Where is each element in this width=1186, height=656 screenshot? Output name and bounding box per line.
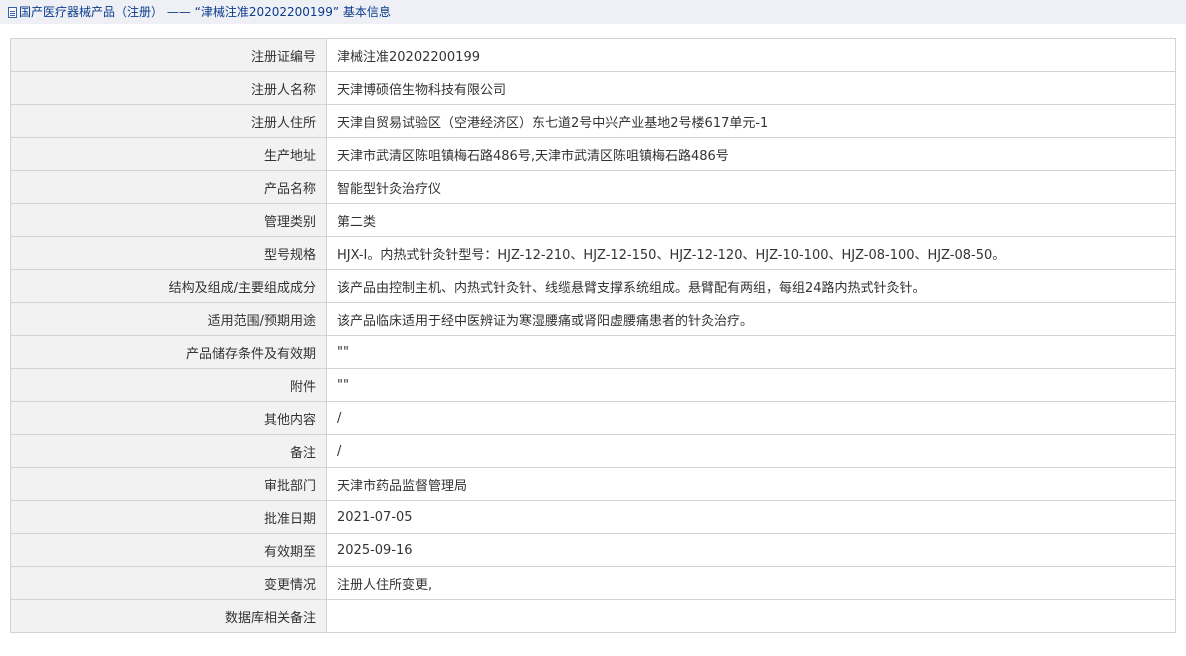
row-label: 注册人名称: [10, 71, 327, 105]
row-label: 审批部门: [10, 467, 327, 501]
table-row: 注册人住所 天津自贸易试验区（空港经济区）东七道2号中兴产业基地2号楼617单元…: [10, 104, 1176, 138]
row-label: 适用范围/预期用途: [10, 302, 327, 336]
row-value: /: [326, 401, 1176, 435]
table-row: 产品储存条件及有效期 "": [10, 335, 1176, 369]
row-value: 津械注准20202200199: [326, 38, 1176, 72]
table-row: 适用范围/预期用途 该产品临床适用于经中医辨证为寒湿腰痛或肾阳虚腰痛患者的针灸治…: [10, 302, 1176, 336]
row-label: 注册证编号: [10, 38, 327, 72]
table-row: 生产地址 天津市武清区陈咀镇梅石路486号,天津市武清区陈咀镇梅石路486号: [10, 137, 1176, 171]
table-row: 审批部门 天津市药品监督管理局: [10, 467, 1176, 501]
table-row: 注册人名称 天津博硕倍生物科技有限公司: [10, 71, 1176, 105]
row-value: /: [326, 434, 1176, 468]
row-value: 天津自贸易试验区（空港经济区）东七道2号中兴产业基地2号楼617单元-1: [326, 104, 1176, 138]
row-value: 注册人住所变更,: [326, 566, 1176, 600]
row-label: 批准日期: [10, 500, 327, 534]
row-label: 型号规格: [10, 236, 327, 270]
row-value: 2025-09-16: [326, 533, 1176, 567]
row-label: 有效期至: [10, 533, 327, 567]
table-row: 批准日期 2021-07-05: [10, 500, 1176, 534]
row-value: "": [326, 335, 1176, 369]
table-row: 产品名称 智能型针灸治疗仪: [10, 170, 1176, 204]
row-label: 备注: [10, 434, 327, 468]
document-icon: [8, 6, 17, 18]
row-value: 天津博硕倍生物科技有限公司: [326, 71, 1176, 105]
row-value: "": [326, 368, 1176, 402]
info-table: 注册证编号 津械注准20202200199 注册人名称 天津博硕倍生物科技有限公…: [10, 38, 1176, 633]
row-value: [326, 599, 1176, 633]
table-row: 备注 /: [10, 434, 1176, 468]
table-row: 变更情况 注册人住所变更,: [10, 566, 1176, 600]
row-label: 附件: [10, 368, 327, 402]
row-label: 结构及组成/主要组成成分: [10, 269, 327, 303]
row-label: 注册人住所: [10, 104, 327, 138]
table-row: 有效期至 2025-09-16: [10, 533, 1176, 567]
table-row: 附件 "": [10, 368, 1176, 402]
table-row: 数据库相关备注: [10, 599, 1176, 633]
row-value: HJX-I。内热式针灸针型号：HJZ-12-210、HJZ-12-150、HJZ…: [326, 236, 1176, 270]
table-row: 注册证编号 津械注准20202200199: [10, 38, 1176, 72]
row-label: 变更情况: [10, 566, 327, 600]
row-label: 生产地址: [10, 137, 327, 171]
row-value: 智能型针灸治疗仪: [326, 170, 1176, 204]
table-row: 结构及组成/主要组成成分 该产品由控制主机、内热式针灸针、线缆悬臂支撑系统组成。…: [10, 269, 1176, 303]
row-value: 该产品临床适用于经中医辨证为寒湿腰痛或肾阳虚腰痛患者的针灸治疗。: [326, 302, 1176, 336]
row-value: 天津市武清区陈咀镇梅石路486号,天津市武清区陈咀镇梅石路486号: [326, 137, 1176, 171]
row-label: 数据库相关备注: [10, 599, 327, 633]
row-value: 2021-07-05: [326, 500, 1176, 534]
breadcrumb-text: 国产医疗器械产品（注册） —— “津械注准20202200199” 基本信息: [19, 5, 391, 19]
row-label: 其他内容: [10, 401, 327, 435]
table-row: 管理类别 第二类: [10, 203, 1176, 237]
row-label: 产品名称: [10, 170, 327, 204]
row-value: 该产品由控制主机、内热式针灸针、线缆悬臂支撑系统组成。悬臂配有两组，每组24路内…: [326, 269, 1176, 303]
row-label: 产品储存条件及有效期: [10, 335, 327, 369]
row-label: 管理类别: [10, 203, 327, 237]
table-row: 型号规格 HJX-I。内热式针灸针型号：HJZ-12-210、HJZ-12-15…: [10, 236, 1176, 270]
row-value: 第二类: [326, 203, 1176, 237]
breadcrumb: 国产医疗器械产品（注册） —— “津械注准20202200199” 基本信息: [0, 0, 1186, 24]
row-value: 天津市药品监督管理局: [326, 467, 1176, 501]
table-row: 其他内容 /: [10, 401, 1176, 435]
